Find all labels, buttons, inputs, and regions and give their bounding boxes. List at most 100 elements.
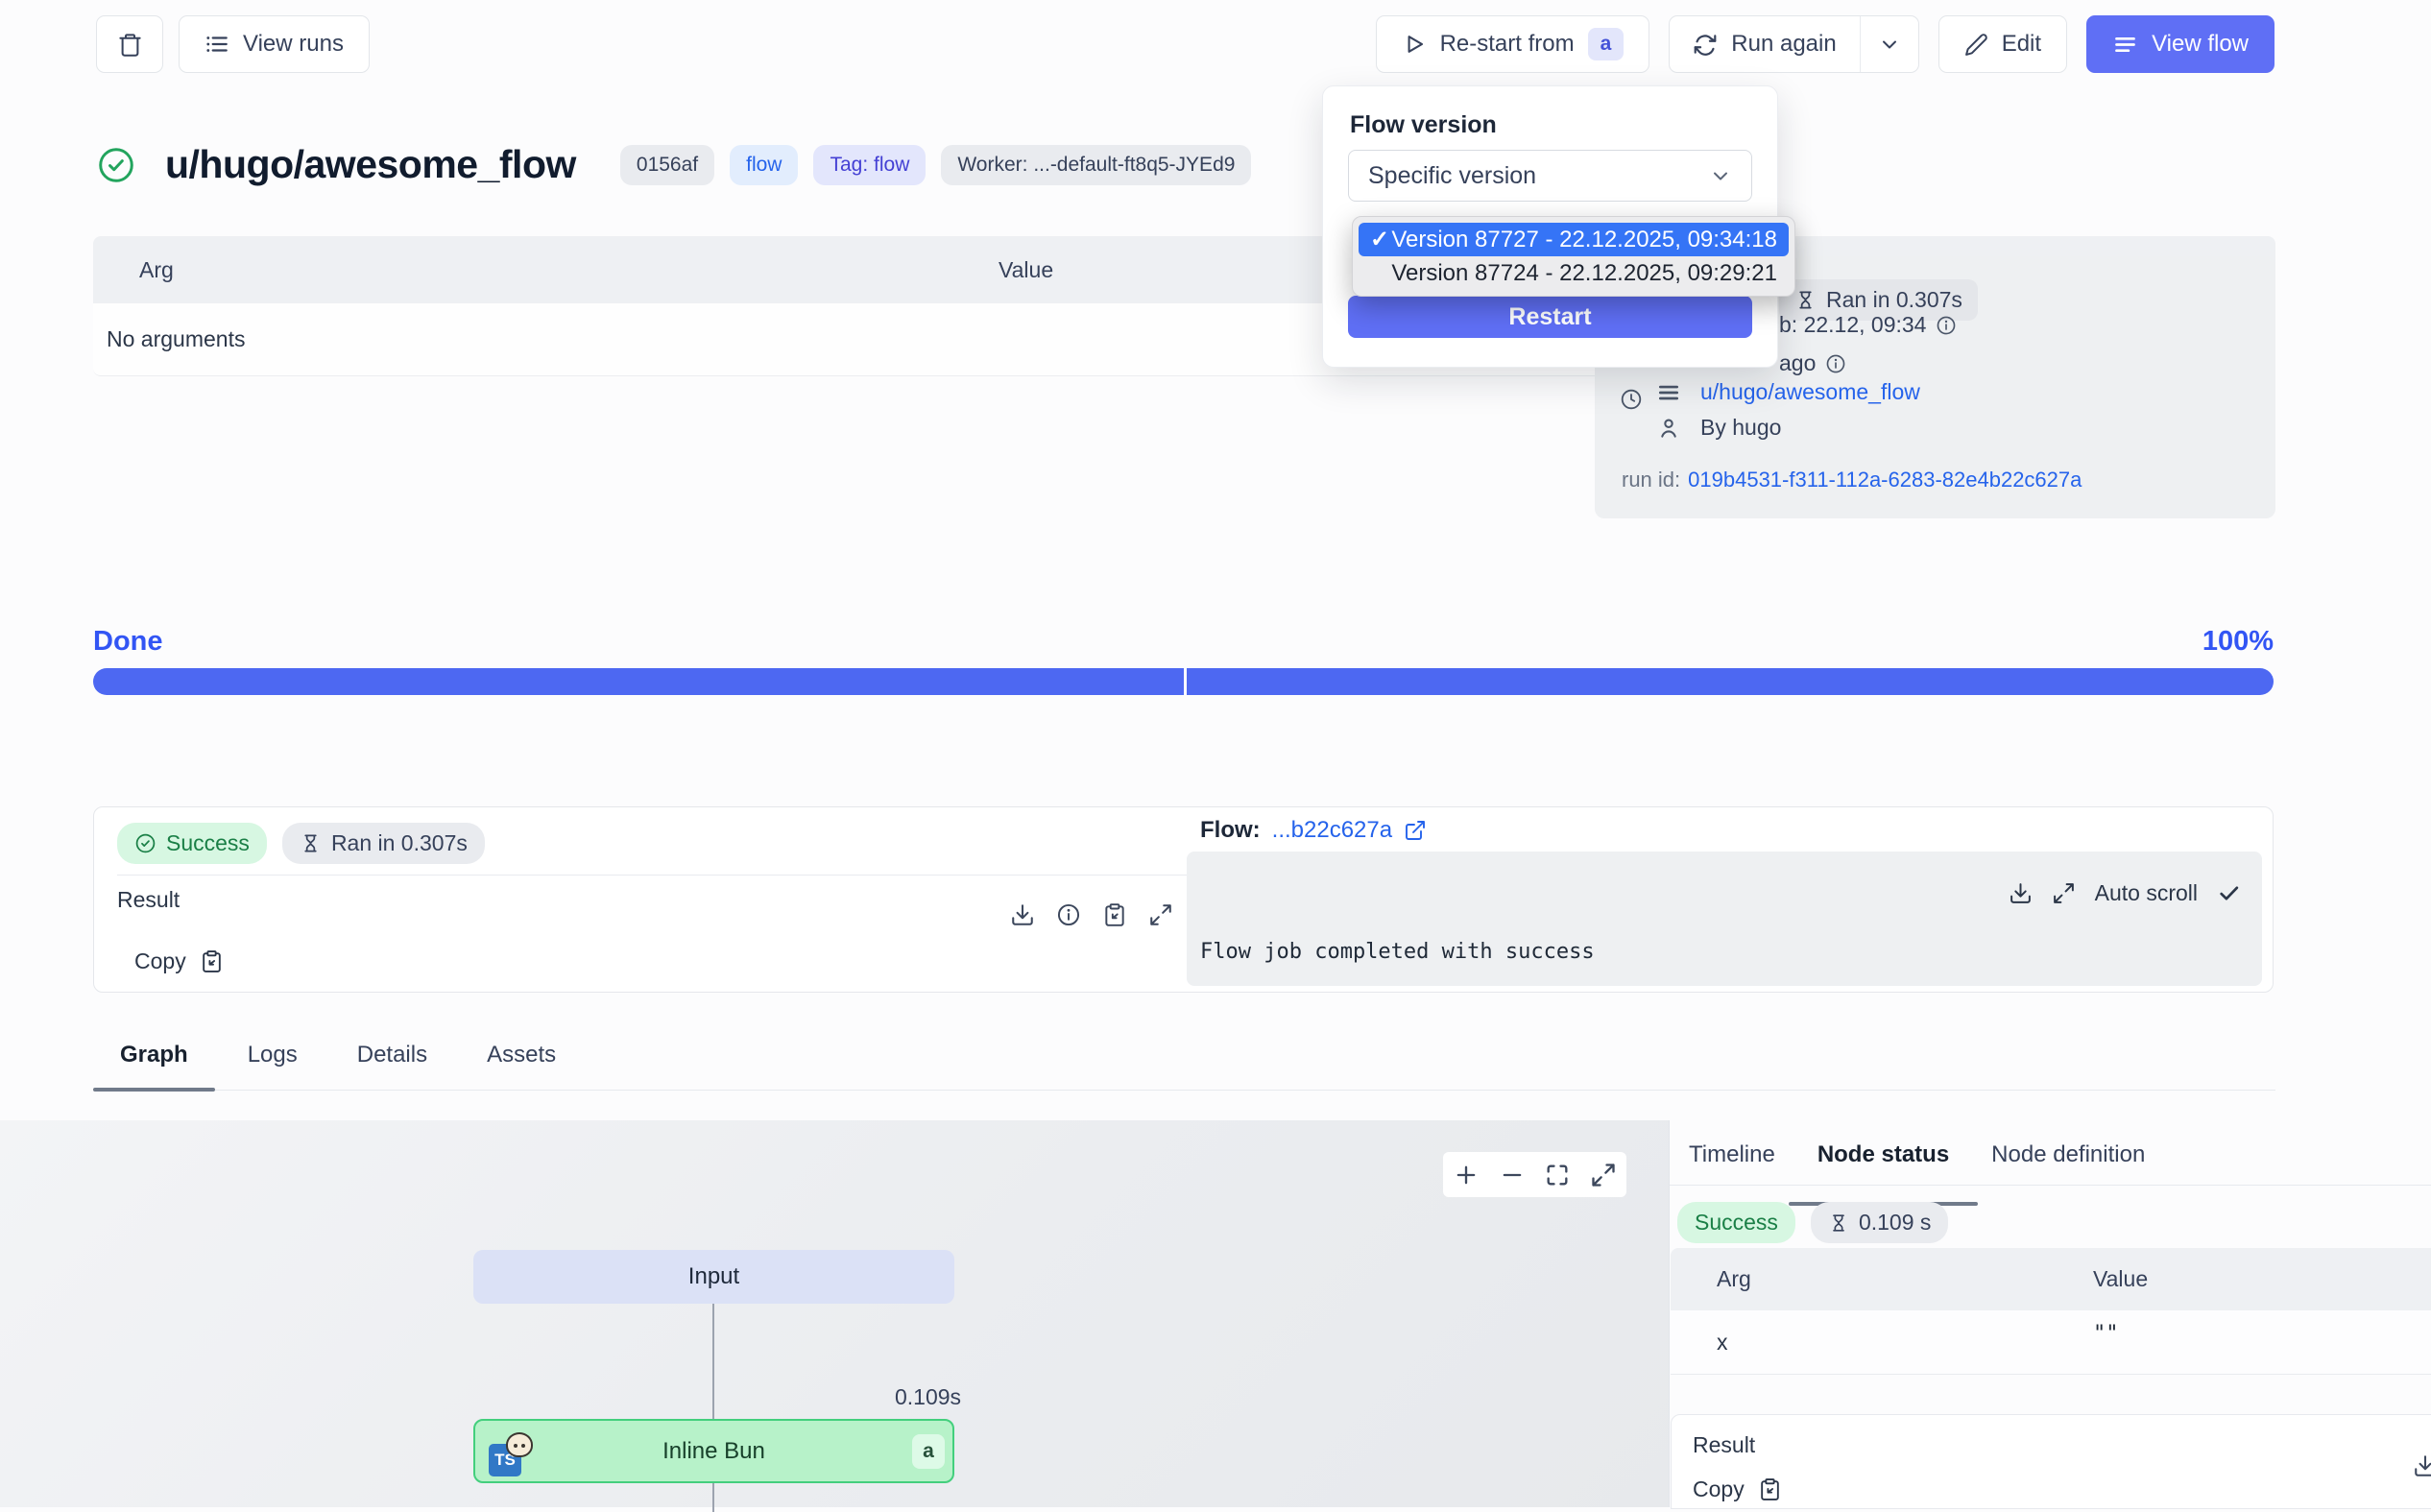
expand-icon[interactable] — [2052, 881, 2076, 905]
tab-graph[interactable]: Graph — [120, 1042, 188, 1090]
flow-version-label: Flow version — [1350, 111, 1497, 139]
restart-button[interactable]: Restart — [1348, 296, 1752, 338]
expand-graph-icon[interactable] — [1590, 1162, 1617, 1188]
edit-button[interactable]: Edit — [1938, 15, 2067, 73]
version-option-label: Version 87724 - 22.12.2025, 09:29:21 — [1391, 260, 1777, 287]
hourglass-icon — [300, 832, 322, 854]
run-author-line: By hugo — [1656, 415, 1781, 441]
progress-bar — [93, 668, 2274, 695]
tab-node-definition[interactable]: Node definition — [1991, 1141, 2145, 1185]
arg-column-header: Arg — [93, 257, 174, 283]
node-result-section: Result Copy — [1671, 1414, 2431, 1509]
flow-path-link[interactable]: u/hugo/awesome_flow — [1700, 379, 1920, 405]
run-again-button[interactable]: Run again — [1670, 16, 1859, 72]
restart-from-label: Re-start from — [1440, 31, 1575, 58]
run-again-dropdown-button[interactable] — [1860, 16, 1918, 72]
graph-node-input[interactable]: Input — [473, 1250, 954, 1304]
download-icon[interactable] — [2009, 881, 2033, 905]
version-select[interactable]: Specific version — [1348, 150, 1752, 202]
tab-assets[interactable]: Assets — [487, 1042, 556, 1090]
node-id-badge: a — [912, 1434, 945, 1469]
hourglass-icon — [1828, 1212, 1849, 1234]
node-status-panel: Timeline Node status Node definition Suc… — [1669, 1120, 2431, 1507]
result-toolbar — [1010, 887, 1187, 927]
node-args-table-header: Arg Value — [1671, 1248, 2431, 1310]
clipboard-icon[interactable] — [1102, 902, 1127, 927]
copy-result-button[interactable]: Copy — [134, 948, 1187, 974]
restart-from-button[interactable]: Re-start from a — [1376, 15, 1650, 73]
check-circle-icon — [134, 832, 156, 854]
edit-label: Edit — [2002, 31, 2041, 58]
info-icon[interactable] — [1056, 902, 1081, 927]
tab-timeline[interactable]: Timeline — [1689, 1141, 1775, 1185]
duration-badge: 0.109 s — [1811, 1202, 1948, 1243]
clipboard-icon — [1758, 1477, 1782, 1501]
copy-node-result-button[interactable]: Copy — [1693, 1476, 1782, 1502]
node-success-label: Success — [1695, 1210, 1778, 1236]
version-option-selected[interactable]: ✓ Version 87727 - 22.12.2025, 09:34:18 — [1359, 223, 1789, 256]
toolbar-left: View runs — [96, 15, 370, 73]
expand-icon[interactable] — [1148, 902, 1173, 927]
success-check-icon — [96, 145, 136, 185]
zoom-out-icon[interactable] — [1499, 1162, 1526, 1188]
bun-icon — [506, 1432, 533, 1457]
external-link-icon[interactable] — [1404, 819, 1427, 842]
typescript-bun-icon: TS — [489, 1436, 533, 1476]
run-id-link[interactable]: 019b4531-f311-112a-6283-82e4b22c627a — [1688, 468, 2082, 492]
info-icon[interactable] — [1825, 353, 1846, 374]
progress-step-divider — [1184, 668, 1187, 695]
flow-result-card: Success Ran in 0.307s Flow: ...b22c627a … — [93, 806, 2274, 993]
list-icon — [205, 32, 229, 57]
node-duration-label: 0.109s — [895, 1384, 961, 1410]
flow-path-line: u/hugo/awesome_flow — [1656, 379, 1920, 405]
input-node-label: Input — [688, 1263, 739, 1290]
flow-graph-canvas[interactable]: Input 0.109s TS Inline Bun a — [0, 1120, 1669, 1507]
run-id-row: run id:019b4531-f311-112a-6283-82e4b22c6… — [1622, 468, 2082, 492]
graph-zoom-controls — [1443, 1152, 1626, 1197]
graph-edge — [712, 1304, 714, 1419]
fit-view-icon[interactable] — [1544, 1162, 1571, 1188]
view-flow-label: View flow — [2152, 31, 2249, 58]
version-select-value: Specific version — [1368, 162, 1536, 190]
version-option[interactable]: Version 87724 - 22.12.2025, 09:29:21 — [1359, 256, 1789, 290]
main-tabs: Graph Logs Details Assets — [93, 1042, 2275, 1091]
checkmark-icon[interactable] — [2217, 881, 2241, 905]
download-icon[interactable] — [1010, 902, 1035, 927]
delete-run-button[interactable] — [96, 15, 163, 73]
job-date-text: b: 22.12, 09:34 — [1779, 312, 1926, 338]
node-status-badges: Success 0.109 s — [1677, 1202, 1948, 1243]
graph-node-inline-bun[interactable]: TS Inline Bun a — [473, 1419, 954, 1483]
info-icon[interactable] — [1936, 315, 1957, 336]
tab-details[interactable]: Details — [357, 1042, 427, 1090]
progress-labels: Done 100% — [93, 626, 2274, 658]
tab-logs[interactable]: Logs — [248, 1042, 298, 1090]
copy-label: Copy — [1693, 1476, 1745, 1502]
copy-label: Copy — [134, 948, 186, 974]
flow-lines-icon — [2112, 32, 2138, 58]
view-runs-button[interactable]: View runs — [179, 15, 370, 73]
page-title: u/hugo/awesome_flow — [165, 142, 576, 187]
zoom-in-icon[interactable] — [1453, 1162, 1480, 1188]
flow-log-panel: Auto scroll Flow job completed with succ… — [1187, 852, 2262, 986]
hamburger-icon — [1656, 380, 1681, 405]
progress-percent: 100% — [2202, 626, 2274, 658]
run-again-split-button: Run again — [1669, 15, 1918, 73]
auto-scroll-label[interactable]: Auto scroll — [2095, 880, 2198, 906]
person-icon — [1656, 416, 1681, 441]
commit-badge: 0156af — [620, 145, 714, 185]
flow-id-link[interactable]: ...b22c627a — [1272, 817, 1392, 844]
success-badge: Success — [1677, 1202, 1795, 1243]
progress-status: Done — [93, 626, 163, 658]
clock-icon — [1620, 388, 1643, 411]
play-icon — [1402, 32, 1427, 57]
tab-node-status[interactable]: Node status — [1817, 1141, 1949, 1185]
run-again-label: Run again — [1731, 31, 1836, 58]
view-flow-button[interactable]: View flow — [2086, 15, 2275, 73]
pencil-icon — [1964, 33, 1988, 57]
download-icon[interactable] — [2413, 1453, 2431, 1478]
ran-in-badge: Ran in 0.307s — [282, 823, 485, 864]
flow-label: Flow: — [1200, 817, 1261, 844]
node-panel-tabs: Timeline Node status Node definition — [1670, 1120, 2431, 1186]
title-badges: 0156af flow Tag: flow Worker: ...-defaul… — [620, 145, 1252, 185]
arg-value: "" — [2093, 1322, 2119, 1346]
